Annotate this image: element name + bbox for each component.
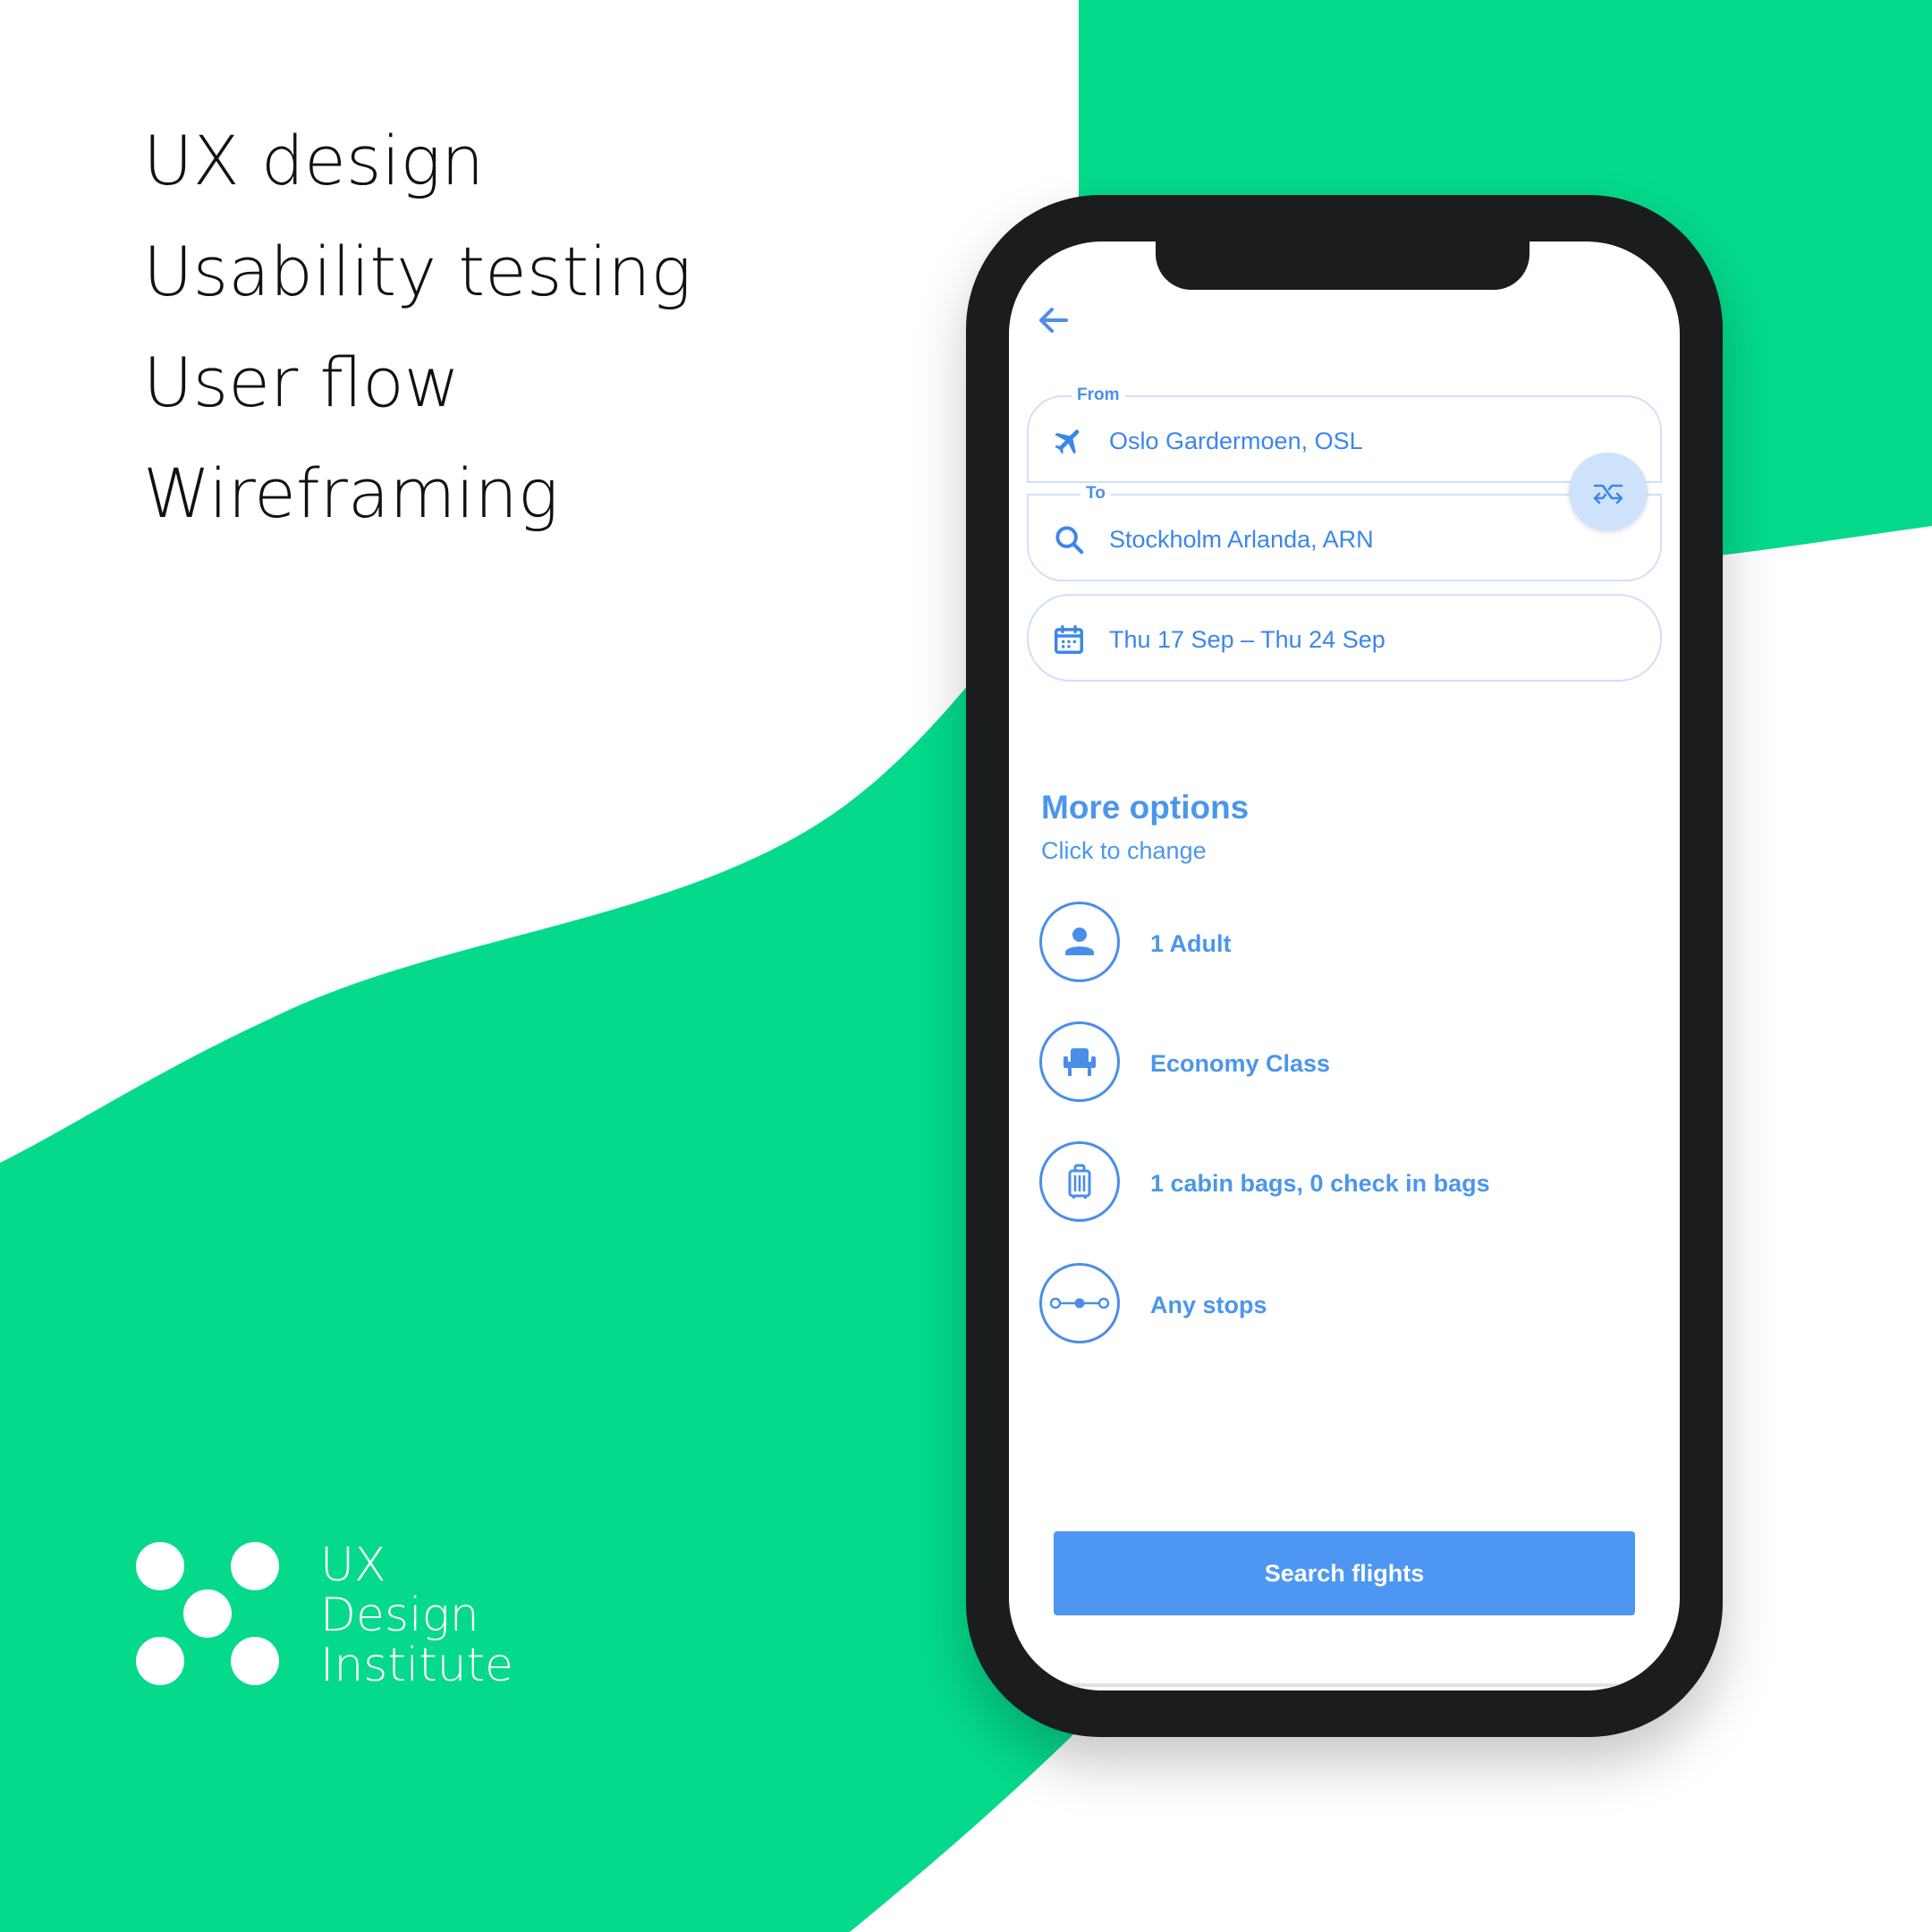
skill-item: User flow [143,343,460,422]
phone-screen: From Oslo Gardermoen, OSL To Stockholm A… [1009,242,1680,1690]
option-bags-label: 1 cabin bags, 0 check in bags [1150,1170,1490,1197]
person-icon [1065,928,1094,955]
option-bags[interactable]: 1 cabin bags, 0 check in bags [1039,1141,1612,1227]
option-passengers-label: 1 Adult [1150,930,1232,957]
skill-item: Wireframing [143,453,559,533]
option-stops-label: Any stops [1150,1292,1267,1318]
home-indicator [1063,1683,1626,1687]
from-field[interactable]: From Oslo Gardermoen, OSL [1027,385,1662,483]
skills-list: UX design Usability testing User flow Wi… [143,106,691,549]
skill-item: Usability testing [143,232,692,311]
dates-value: Thu 17 Sep – Thu 24 Sep [1109,626,1385,653]
seat-icon [1063,1048,1096,1076]
search-icon [1055,526,1084,555]
more-options-subtitle: Click to change [1041,837,1207,864]
logo-dot [231,1542,279,1590]
calendar-icon [1055,625,1083,654]
arrow-left-icon [1039,308,1068,333]
from-label: From [1072,385,1125,406]
skill-item: UX design [143,121,485,200]
option-icon-circle [1039,1141,1120,1222]
option-cabin-class-label: Economy Class [1150,1050,1331,1077]
option-icon-circle [1039,1263,1120,1343]
logo-dot [183,1589,232,1638]
logo-dot [136,1542,184,1590]
phone-notch [1156,242,1530,290]
option-icon-circle [1039,1021,1120,1102]
stops-icon [1049,1297,1110,1309]
logo-text-institute: Institute [320,1639,513,1692]
phone-frame: From Oslo Gardermoen, OSL To Stockholm A… [966,195,1723,1737]
search-flights-button[interactable]: Search flights [1054,1531,1635,1615]
from-value: Oslo Gardermoen, OSL [1109,428,1363,454]
to-value: Stockholm Arlanda, ARN [1109,526,1374,553]
logo-text-design: Design [320,1589,479,1642]
option-icon-circle [1039,902,1120,982]
more-options-title: More options [1041,789,1250,826]
dates-field[interactable]: Thu 17 Sep – Thu 24 Sep [1027,594,1662,682]
logo-text-ux: UX [320,1538,386,1592]
logo-dot [136,1637,184,1685]
airplane-icon [1055,429,1080,454]
to-label: To [1080,483,1111,504]
option-cabin-class[interactable]: Economy Class [1039,1021,1612,1107]
to-field[interactable]: To Stockholm Arlanda, ARN [1027,483,1662,581]
swap-button[interactable] [1569,453,1648,531]
option-stops[interactable]: Any stops [1039,1263,1612,1349]
luggage-icon [1068,1164,1091,1199]
back-button[interactable] [1034,301,1073,340]
logo-dot [231,1637,279,1685]
swap-icon [1593,484,1623,504]
ux-design-institute-logo: UX Design Institute [134,1540,546,1692]
option-passengers[interactable]: 1 Adult [1039,902,1612,987]
